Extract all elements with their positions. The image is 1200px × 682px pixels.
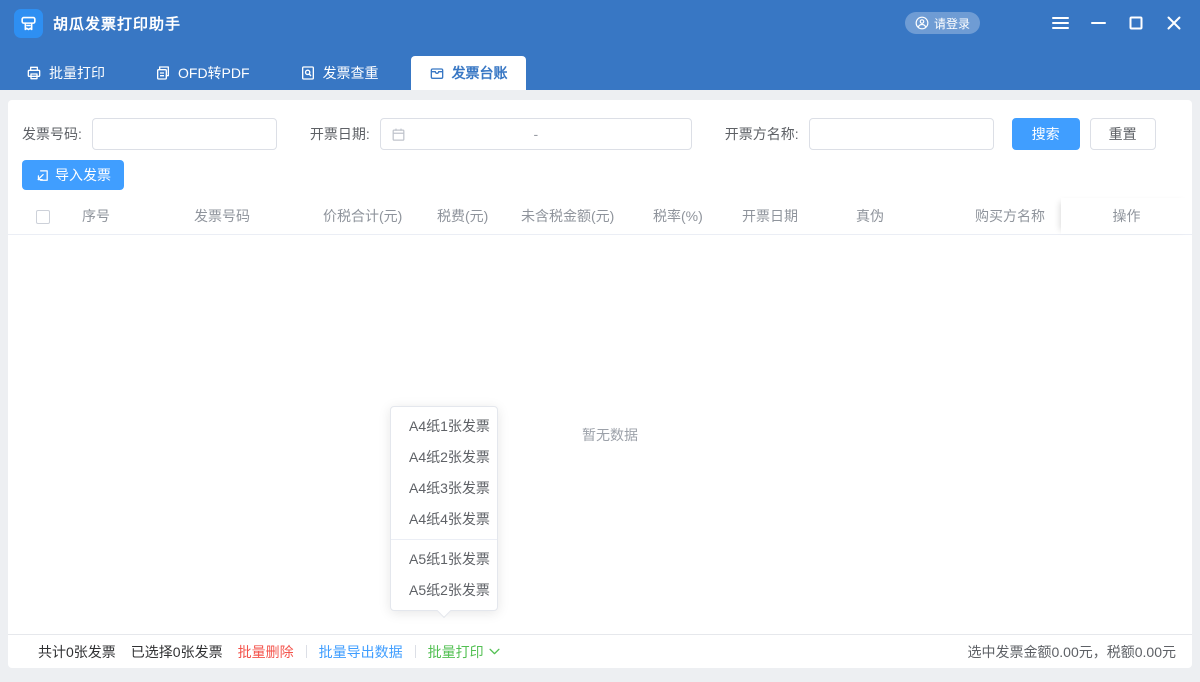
col-header-invoice-no: 发票号码 bbox=[194, 206, 323, 226]
login-label: 请登录 bbox=[934, 15, 970, 32]
tab-label: 发票查重 bbox=[323, 63, 379, 83]
invoice-date-range-input[interactable]: - bbox=[380, 118, 692, 150]
divider bbox=[306, 645, 307, 658]
import-label: 导入发票 bbox=[55, 165, 111, 185]
print-menu-popup: A4纸1张发票 A4纸2张发票 A4纸3张发票 A4纸4张发票 A5纸1张发票 … bbox=[390, 406, 498, 611]
file-search-icon bbox=[300, 65, 316, 81]
col-header-seq: 序号 bbox=[76, 206, 194, 226]
batch-delete-button[interactable]: 批量删除 bbox=[238, 642, 294, 662]
tab-label: 发票台账 bbox=[452, 63, 508, 83]
col-header-tax: 税费(元) bbox=[437, 206, 521, 226]
menu-divider bbox=[391, 539, 497, 540]
batch-print-label: 批量打印 bbox=[428, 642, 484, 662]
total-count-text: 共计0张发票 bbox=[38, 642, 116, 662]
import-invoice-button[interactable]: 导入发票 bbox=[22, 160, 124, 190]
titlebar: 胡瓜发票打印助手 请登录 bbox=[0, 0, 1200, 46]
invoice-number-label: 发票号码: bbox=[22, 124, 82, 144]
col-header-amount-ex-tax: 未含税金额(元) bbox=[521, 206, 653, 226]
batch-print-button[interactable]: 批量打印 bbox=[428, 642, 500, 662]
invoice-date-label: 开票日期: bbox=[310, 124, 370, 144]
col-header-actions: 操作 bbox=[1061, 198, 1192, 234]
col-header-authenticity: 真伪 bbox=[856, 206, 975, 226]
tab-label: OFD转PDF bbox=[178, 63, 250, 83]
date-range-separator: - bbox=[381, 126, 691, 142]
print-menu-item-a4-4[interactable]: A4纸4张发票 bbox=[391, 504, 497, 535]
main-panel: 发票号码: 开票日期: - 开票方名称: 搜索 重置 bbox=[8, 100, 1192, 668]
user-icon bbox=[915, 16, 929, 30]
app-title: 胡瓜发票打印助手 bbox=[53, 13, 181, 34]
print-menu-item-a4-1[interactable]: A4纸1张发票 bbox=[391, 411, 497, 442]
print-menu-item-a4-2[interactable]: A4纸2张发票 bbox=[391, 442, 497, 473]
import-icon bbox=[35, 168, 50, 183]
print-menu-item-a4-3[interactable]: A4纸3张发票 bbox=[391, 473, 497, 504]
divider bbox=[415, 645, 416, 658]
minimize-icon[interactable] bbox=[1088, 13, 1108, 33]
invoice-number-input[interactable] bbox=[92, 118, 277, 150]
empty-state-text: 暂无数据 bbox=[582, 425, 638, 445]
col-header-total-with-tax: 价税合计(元) bbox=[323, 206, 437, 226]
app-window: 胡瓜发票打印助手 请登录 bbox=[0, 0, 1200, 682]
login-button[interactable]: 请登录 bbox=[905, 12, 980, 34]
filter-row: 发票号码: 开票日期: - 开票方名称: 搜索 重置 bbox=[8, 100, 1192, 150]
tab-bar: 批量打印 OFD转PDF 发票查重 bbox=[0, 46, 1200, 90]
col-header-buyer-name: 购买方名称 bbox=[975, 206, 1061, 226]
panel-footer: 共计0张发票 已选择0张发票 批量删除 批量导出数据 批量打印 选中发票金额0.… bbox=[8, 634, 1192, 668]
app-logo-icon bbox=[14, 9, 43, 38]
tab-ofd-to-pdf[interactable]: OFD转PDF bbox=[137, 56, 268, 90]
reset-button[interactable]: 重置 bbox=[1090, 118, 1156, 150]
table-header: 序号 发票号码 价税合计(元) 税费(元) 未含税金额(元) 税率(%) 开票日… bbox=[8, 198, 1192, 235]
menu-icon[interactable] bbox=[1050, 13, 1070, 33]
tab-label: 批量打印 bbox=[49, 63, 105, 83]
maximize-icon[interactable] bbox=[1126, 13, 1146, 33]
selected-count-text: 已选择0张发票 bbox=[131, 642, 223, 662]
selected-amount-summary: 选中发票金额0.00元，税额0.00元 bbox=[968, 642, 1177, 662]
ledger-icon bbox=[429, 65, 445, 81]
col-header-tax-rate: 税率(%) bbox=[653, 206, 742, 226]
issuer-name-input[interactable] bbox=[809, 118, 994, 150]
file-convert-icon bbox=[155, 65, 171, 81]
toolbar: 导入发票 bbox=[8, 150, 1192, 190]
issuer-name-label: 开票方名称: bbox=[725, 124, 799, 144]
tab-batch-print[interactable]: 批量打印 bbox=[8, 56, 123, 90]
tab-invoice-dedup[interactable]: 发票查重 bbox=[282, 56, 397, 90]
batch-export-button[interactable]: 批量导出数据 bbox=[319, 642, 403, 662]
close-icon[interactable] bbox=[1164, 13, 1184, 33]
print-menu-item-a5-2[interactable]: A5纸2张发票 bbox=[391, 575, 497, 606]
select-all-checkbox[interactable] bbox=[36, 210, 50, 224]
chevron-down-icon bbox=[489, 648, 500, 655]
table-body: 暂无数据 bbox=[8, 235, 1192, 634]
print-menu-item-a5-1[interactable]: A5纸1张发票 bbox=[391, 544, 497, 575]
search-button[interactable]: 搜索 bbox=[1012, 118, 1080, 150]
col-header-issue-date: 开票日期 bbox=[742, 206, 856, 226]
tab-invoice-ledger[interactable]: 发票台账 bbox=[411, 56, 526, 90]
printer-icon bbox=[26, 65, 42, 81]
